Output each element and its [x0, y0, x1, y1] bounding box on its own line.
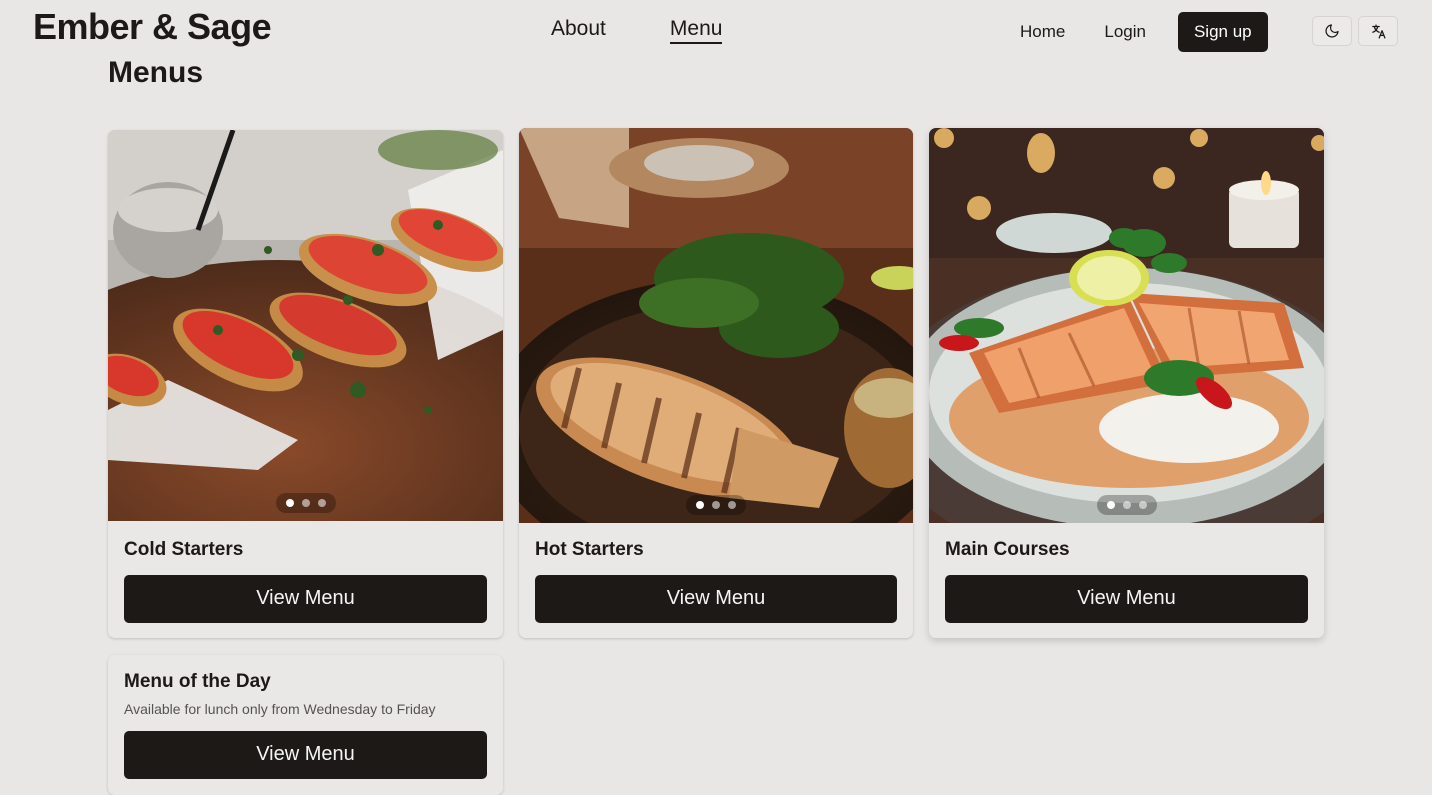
signup-button[interactable]: Sign up	[1177, 12, 1268, 52]
view-menu-button[interactable]: View Menu	[124, 575, 487, 623]
translate-icon	[1371, 23, 1386, 39]
carousel-dot[interactable]	[301, 499, 310, 507]
bruschetta-image	[108, 130, 503, 521]
card-description: Available for lunch only from Wednesday …	[124, 701, 436, 717]
card-title: Cold Starters	[124, 539, 244, 560]
carousel-dot[interactable]	[1122, 501, 1131, 509]
carousel-dot[interactable]	[728, 501, 736, 509]
moon-icon	[1325, 24, 1339, 38]
carousel-dot[interactable]	[696, 501, 704, 509]
card-title: Menu of the Day	[124, 671, 271, 692]
card-image-carousel[interactable]	[519, 128, 913, 523]
home-link[interactable]: Home	[1020, 22, 1065, 42]
card-title: Hot Starters	[535, 539, 644, 560]
carousel-dots	[686, 495, 746, 515]
carousel-dots	[275, 493, 336, 513]
menu-card-hot-starters: Hot Starters View Menu	[519, 128, 913, 638]
main-nav: About Menu	[551, 17, 723, 44]
menu-card-menu-of-the-day: Menu of the Day Available for lunch only…	[108, 655, 503, 795]
carousel-dot[interactable]	[1106, 501, 1115, 509]
grilled-squid-image	[519, 128, 913, 523]
site-header: Ember & Sage About Menu Home Login Sign …	[0, 0, 1432, 60]
view-menu-button[interactable]: View Menu	[535, 575, 897, 623]
nav-about[interactable]: About	[551, 17, 606, 44]
nav-menu[interactable]: Menu	[669, 17, 723, 44]
menu-card-cold-starters: Cold Starters View Menu	[108, 130, 503, 638]
brand-logo[interactable]: Ember & Sage	[33, 6, 272, 48]
page-title: Menus	[108, 56, 204, 89]
card-title: Main Courses	[945, 539, 1070, 560]
carousel-dots	[1096, 495, 1157, 515]
language-button[interactable]	[1358, 16, 1398, 46]
salmon-image	[929, 128, 1324, 523]
carousel-dot[interactable]	[712, 501, 720, 509]
carousel-dot[interactable]	[1138, 501, 1147, 509]
carousel-dot[interactable]	[317, 499, 326, 507]
menu-card-main-courses: Main Courses View Menu	[929, 128, 1324, 638]
account-nav: Home Login Sign up	[1020, 12, 1268, 52]
view-menu-button[interactable]: View Menu	[945, 575, 1308, 623]
carousel-dot[interactable]	[285, 499, 294, 507]
login-link[interactable]: Login	[1104, 22, 1146, 42]
theme-toggle-button[interactable]	[1312, 16, 1352, 46]
view-menu-button[interactable]: View Menu	[124, 731, 487, 779]
card-image-carousel[interactable]	[929, 128, 1324, 523]
card-image-carousel[interactable]	[108, 130, 503, 521]
